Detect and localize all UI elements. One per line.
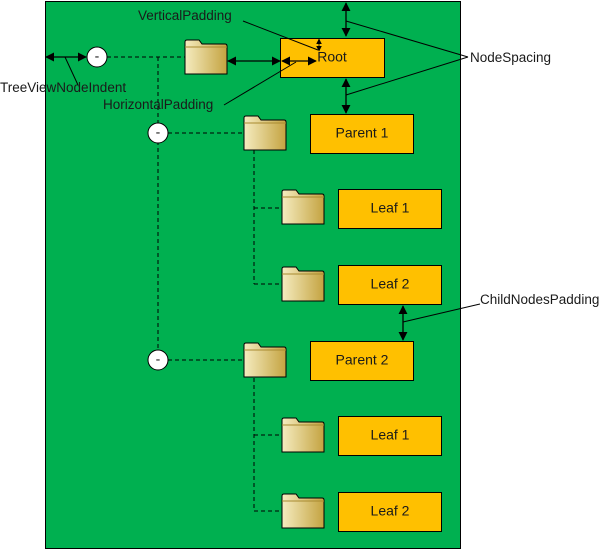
node-label: Root xyxy=(317,49,347,65)
expander-parent2[interactable]: - xyxy=(147,349,169,371)
node-root[interactable]: Root xyxy=(280,38,385,78)
node-label: Leaf 2 xyxy=(371,503,410,519)
node-parent1[interactable]: Parent 1 xyxy=(310,114,414,154)
folder-icon xyxy=(243,342,287,378)
minus-icon: - xyxy=(95,48,100,64)
expander-root[interactable]: - xyxy=(86,46,108,68)
svg-text:HorizontalPadding: HorizontalPadding xyxy=(103,97,213,112)
minus-icon: - xyxy=(156,124,161,140)
node-p1-leaf2[interactable]: Leaf 2 xyxy=(338,265,442,305)
folder-icon xyxy=(281,189,325,225)
node-label: Parent 2 xyxy=(336,352,389,368)
node-parent2[interactable]: Parent 2 xyxy=(310,341,414,381)
minus-icon: - xyxy=(156,351,161,367)
node-p2-leaf1[interactable]: Leaf 1 xyxy=(338,416,442,456)
folder-icon xyxy=(281,266,325,302)
treeview-diagram: - - - Root Parent 1 Leaf 1 Leaf 2 Parent… xyxy=(0,1,599,549)
folder-icon xyxy=(281,417,325,453)
svg-text:NodeSpacing: NodeSpacing xyxy=(470,50,551,65)
node-label: Leaf 1 xyxy=(371,427,410,443)
svg-text:TreeViewNodeIndent: TreeViewNodeIndent xyxy=(0,80,126,95)
node-p1-leaf1[interactable]: Leaf 1 xyxy=(338,189,442,229)
node-label: Leaf 1 xyxy=(371,200,410,216)
node-label: Leaf 2 xyxy=(371,276,410,292)
expander-parent1[interactable]: - xyxy=(147,122,169,144)
folder-icon xyxy=(184,39,228,75)
folder-icon xyxy=(281,493,325,529)
svg-text:ChildNodesPadding: ChildNodesPadding xyxy=(480,292,599,307)
node-label: Parent 1 xyxy=(336,125,389,141)
folder-icon xyxy=(243,115,287,151)
node-p2-leaf2[interactable]: Leaf 2 xyxy=(338,492,442,532)
svg-text:VerticalPadding: VerticalPadding xyxy=(138,8,232,23)
